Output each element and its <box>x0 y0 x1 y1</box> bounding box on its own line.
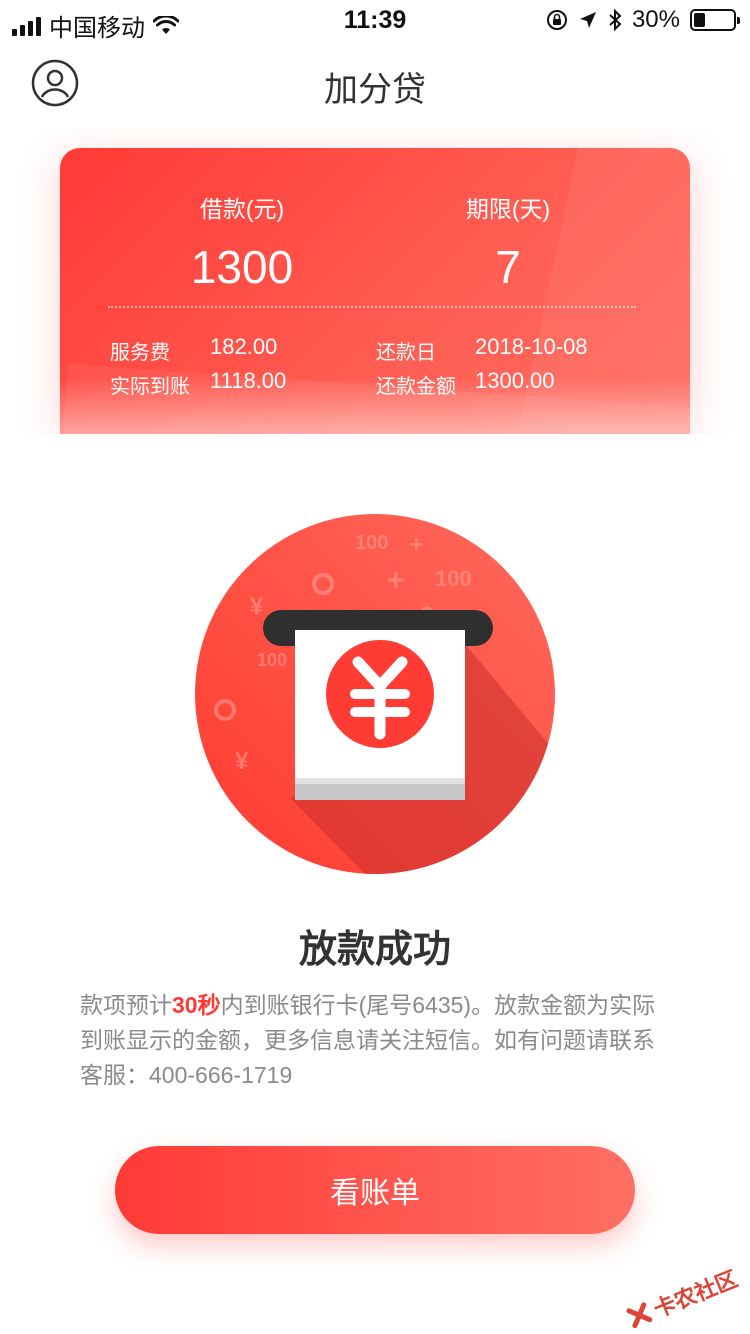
page-title: 加分贷 <box>324 71 426 109</box>
loan-card: 借款(元) 1300 期限(天) 7 服务费 182.00 实际到账 1118.… <box>60 148 690 434</box>
success-description: 款项预计30秒内到账银行卡(尾号6435)。放款金额为实际到账显示的金额，更多信… <box>80 988 670 1093</box>
bg-mark-100: 100 <box>257 650 287 670</box>
bg-mark-100: 100 <box>355 532 388 554</box>
wifi-icon <box>153 15 179 34</box>
bg-mark-yuan: ¥ <box>235 748 249 775</box>
repay-date-value: 2018-10-08 <box>475 334 588 359</box>
repay-amount-value: 1300.00 <box>475 368 555 393</box>
actual-received-value: 1118.00 <box>210 368 287 393</box>
desc-prefix: 款项预计 <box>80 992 172 1018</box>
bg-mark-plus: + <box>410 532 423 557</box>
view-bill-button[interactable]: 看账单 <box>115 1146 635 1234</box>
bg-mark-yuan: ¥ <box>250 593 264 620</box>
loan-amount-value: 1300 <box>190 241 294 293</box>
battery-icon <box>690 9 740 31</box>
bluetooth-icon <box>609 9 622 31</box>
status-left: 中国移动 <box>12 8 179 43</box>
battery-fill <box>694 13 705 27</box>
payout-illustration: 100 + ¥ 100 + ¥ 100 <box>195 514 555 874</box>
status-bar: 中国移动 11:39 30% <box>0 0 750 43</box>
battery-percent: 30% <box>631 6 680 33</box>
loan-term-value: 7 <box>495 241 521 293</box>
kanong-logo-icon <box>626 1302 653 1329</box>
loan-card-wrapper: 借款(元) 1300 期限(天) 7 服务费 182.00 实际到账 1118.… <box>0 128 750 434</box>
watermark-text: 卡农社区 <box>650 1266 742 1323</box>
signal-icon <box>12 16 41 36</box>
repay-date-label: 还款日 <box>376 342 436 364</box>
bg-mark-100: 100 <box>435 566 472 591</box>
carrier-name: 中国移动 <box>49 15 145 42</box>
repay-amount-label: 还款金额 <box>376 376 456 398</box>
card-divider <box>108 306 636 308</box>
watermark: 卡农社区 <box>622 1261 742 1334</box>
status-right: 30% <box>546 6 740 34</box>
nav-bar: 加分贷 <box>0 40 750 128</box>
yuan-coin-icon <box>326 640 434 748</box>
loan-term-label: 期限(天) <box>465 196 551 222</box>
service-fee-label: 服务费 <box>110 342 170 364</box>
location-icon <box>579 12 596 28</box>
bg-mark-plus: + <box>387 564 405 597</box>
actual-received-label: 实际到账 <box>110 376 190 398</box>
desc-highlight-time: 30秒 <box>172 992 221 1018</box>
service-fee-value: 182.00 <box>210 334 278 359</box>
orientation-lock-icon <box>546 10 567 30</box>
success-title: 放款成功 <box>298 929 451 971</box>
loan-amount-label: 借款(元) <box>199 196 285 222</box>
